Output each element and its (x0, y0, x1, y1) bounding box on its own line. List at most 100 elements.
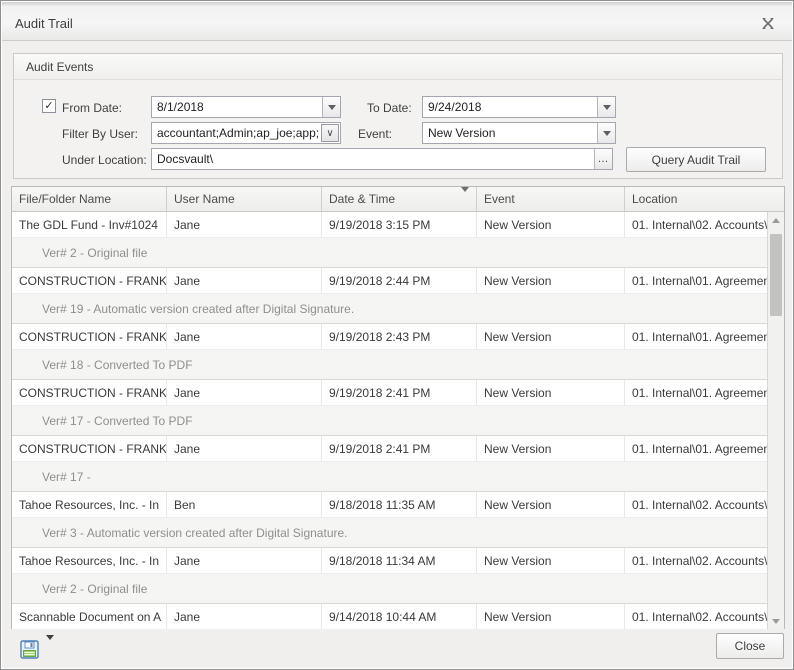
cell-file-folder-name: The GDL Fund - Inv#1024 (12, 212, 167, 237)
cell-location: 01. Internal\02. Accounts\ (625, 492, 769, 517)
version-note-row: Ver# 17 - Converted To PDF (12, 406, 769, 435)
grid-row-group: The GDL Fund - Inv#1024 Jane 9/19/2018 3… (12, 212, 769, 268)
event-combo[interactable]: New Version (422, 122, 616, 144)
cell-date-time: 9/19/2018 3:15 PM (322, 212, 477, 237)
cell-event: New Version (477, 212, 625, 237)
close-button[interactable]: Close (716, 633, 784, 659)
scroll-up-icon[interactable] (768, 212, 784, 229)
footer-bar: Close (2, 629, 792, 668)
version-note-row: Ver# 3 - Automatic version created after… (12, 518, 769, 547)
cell-file-folder-name: CONSTRUCTION - FRANKE (12, 268, 167, 293)
grid-row-group: CONSTRUCTION - FRANKE Jane 9/19/2018 2:4… (12, 380, 769, 436)
scroll-down-icon[interactable] (768, 613, 784, 630)
cell-location: 01. Internal\01. Agreemen (625, 268, 769, 293)
sort-descending-icon (461, 192, 469, 206)
table-row[interactable]: CONSTRUCTION - FRANKE Jane 9/19/2018 2:4… (12, 268, 769, 294)
cell-event: New Version (477, 324, 625, 349)
table-row[interactable]: Scannable Document on A Jane 9/14/2018 1… (12, 604, 769, 630)
vertical-scrollbar[interactable] (767, 212, 784, 630)
grid-header-row: File/Folder Name User Name Date & Time E… (12, 187, 784, 212)
grid-row-group: Tahoe Resources, Inc. - In Jane 9/18/201… (12, 548, 769, 604)
cell-location: 01. Internal\01. Agreemen (625, 380, 769, 405)
filter-by-user-label: Filter By User: (62, 127, 138, 141)
filter-by-user-combo[interactable]: accountant;Admin;ap_joe;app;B ∨ (151, 122, 341, 144)
cell-date-time: 9/14/2018 10:44 AM (322, 604, 477, 630)
cell-event: New Version (477, 380, 625, 405)
from-date-label: From Date: (62, 101, 122, 115)
cell-file-folder-name: CONSTRUCTION - FRANKE (12, 380, 167, 405)
cell-event: New Version (477, 268, 625, 293)
cell-user-name: Jane (167, 604, 322, 630)
under-location-value: Docsvault\ (152, 149, 594, 169)
cell-user-name: Jane (167, 268, 322, 293)
version-note-row: Ver# 2 - Original file (12, 238, 769, 267)
grid-row-group: Scannable Document on A Jane 9/14/2018 1… (12, 604, 769, 630)
version-note-row: Ver# 19 - Automatic version created afte… (12, 294, 769, 323)
grid-row-group: CONSTRUCTION - FRANKE Jane 9/19/2018 2:4… (12, 268, 769, 324)
from-date-checkbox[interactable]: ✓ (42, 99, 56, 113)
column-header-location[interactable]: Location (625, 187, 784, 211)
groupbox-header: Audit Events (14, 54, 782, 80)
version-note-row: Ver# 18 - Converted To PDF (12, 350, 769, 379)
column-header-date-time[interactable]: Date & Time (322, 187, 477, 211)
column-header-event[interactable]: Event (477, 187, 625, 211)
save-icon (20, 640, 39, 659)
cell-user-name: Jane (167, 380, 322, 405)
to-date-label: To Date: (367, 101, 412, 115)
cell-location: 01. Internal\02. Accounts\ (625, 212, 769, 237)
under-location-field[interactable]: Docsvault\ … (151, 148, 613, 170)
cell-event: New Version (477, 548, 625, 573)
to-date-value: 9/24/2018 (423, 97, 597, 117)
cell-date-time: 9/19/2018 2:44 PM (322, 268, 477, 293)
cell-file-folder-name: Tahoe Resources, Inc. - In (12, 492, 167, 517)
column-header-file-folder-name[interactable]: File/Folder Name (12, 187, 167, 211)
cell-date-time: 9/19/2018 2:43 PM (322, 324, 477, 349)
cell-date-time: 9/19/2018 2:41 PM (322, 436, 477, 461)
cell-location: 01. Internal\02. Accounts\ (625, 604, 769, 630)
to-date-dropdown-icon[interactable] (597, 97, 615, 117)
cell-user-name: Jane (167, 548, 322, 573)
grid-body: The GDL Fund - Inv#1024 Jane 9/19/2018 3… (12, 212, 769, 630)
cell-file-folder-name: CONSTRUCTION - FRANKE (12, 436, 167, 461)
cell-event: New Version (477, 604, 625, 630)
table-row[interactable]: CONSTRUCTION - FRANKE Jane 9/19/2018 2:4… (12, 436, 769, 462)
event-label: Event: (358, 127, 392, 141)
column-header-user-name[interactable]: User Name (167, 187, 322, 211)
cell-location: 01. Internal\01. Agreemen (625, 324, 769, 349)
table-row[interactable]: Tahoe Resources, Inc. - In Jane 9/18/201… (12, 548, 769, 574)
grid-row-group: Tahoe Resources, Inc. - In Ben 9/18/2018… (12, 492, 769, 548)
cell-location: 01. Internal\01. Agreemen (625, 436, 769, 461)
dialog-title: Audit Trail (15, 16, 758, 31)
table-row[interactable]: Tahoe Resources, Inc. - In Ben 9/18/2018… (12, 492, 769, 518)
audit-grid: File/Folder Name User Name Date & Time E… (11, 186, 785, 631)
close-icon[interactable] (758, 14, 778, 32)
table-row[interactable]: CONSTRUCTION - FRANKE Jane 9/19/2018 2:4… (12, 380, 769, 406)
cell-date-time: 9/19/2018 2:41 PM (322, 380, 477, 405)
save-dropdown-icon[interactable] (46, 640, 54, 658)
save-export-button[interactable] (14, 636, 60, 662)
from-date-combo[interactable]: 8/1/2018 (151, 96, 341, 118)
query-audit-trail-button[interactable]: Query Audit Trail (626, 147, 766, 172)
scrollbar-thumb[interactable] (770, 234, 782, 316)
to-date-combo[interactable]: 9/24/2018 (422, 96, 616, 118)
title-bar: Audit Trail (2, 2, 792, 41)
table-row[interactable]: The GDL Fund - Inv#1024 Jane 9/19/2018 3… (12, 212, 769, 238)
grid-row-group: CONSTRUCTION - FRANKE Jane 9/19/2018 2:4… (12, 436, 769, 492)
under-location-label: Under Location: (62, 153, 147, 167)
version-note-row: Ver# 17 - (12, 462, 769, 491)
event-dropdown-icon[interactable] (597, 123, 615, 143)
cell-event: New Version (477, 492, 625, 517)
cell-location: 01. Internal\02. Accounts\ (625, 548, 769, 573)
filter-by-user-dropdown-icon[interactable]: ∨ (321, 124, 339, 142)
cell-date-time: 9/18/2018 11:35 AM (322, 492, 477, 517)
version-note-row: Ver# 2 - Original file (12, 574, 769, 603)
grid-row-group: CONSTRUCTION - FRANKE Jane 9/19/2018 2:4… (12, 324, 769, 380)
browse-location-button[interactable]: … (594, 149, 612, 169)
from-date-dropdown-icon[interactable] (322, 97, 340, 117)
cell-user-name: Ben (167, 492, 322, 517)
groupbox-title: Audit Events (26, 60, 93, 74)
cell-user-name: Jane (167, 324, 322, 349)
event-value: New Version (423, 123, 597, 143)
cell-event: New Version (477, 436, 625, 461)
table-row[interactable]: CONSTRUCTION - FRANKE Jane 9/19/2018 2:4… (12, 324, 769, 350)
